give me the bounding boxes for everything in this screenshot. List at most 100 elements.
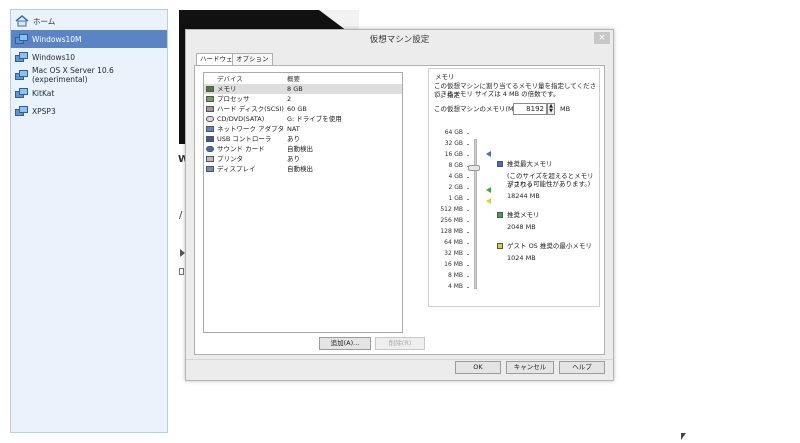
edit-settings-icon[interactable] [179, 268, 184, 275]
device-row-memory[interactable]: メモリ 8 GB [204, 84, 402, 94]
memory-description-line2: できるメモリ サイズは 4 MB の倍数です。 [434, 90, 560, 98]
scale-tick-mark [467, 254, 469, 255]
processor-icon [206, 96, 214, 102]
scale-tick-mark [467, 221, 469, 222]
library-item-label: XPSP3 [32, 106, 56, 116]
column-header-device[interactable]: デバイス [217, 73, 243, 84]
remove-device-button[interactable]: 削除(R) [375, 337, 425, 350]
memory-icon [206, 86, 214, 92]
library-home-label: ホーム [33, 16, 56, 26]
scale-tick-label: 128 MB [440, 228, 463, 235]
max-memory-legend-icon [497, 161, 503, 167]
usb-icon [206, 136, 214, 142]
library-home-item[interactable]: ホーム [11, 12, 167, 30]
device-row-display[interactable]: ディスプレイ 自動検出 [204, 164, 402, 174]
scale-tick-label: 8 GB [448, 162, 464, 169]
library-item-label: Mac OS X Server 10.6 (experimental) [32, 66, 114, 84]
scale-tick-label: 256 MB [440, 217, 463, 224]
memory-scale: 64 GB 32 GB 16 GB 8 GB 4 GB 2 GB 1 GB 512 MB 256… [429, 129, 489, 299]
device-summary: NAT [287, 125, 300, 133]
scale-tick-label: 2 GB [448, 184, 464, 191]
min-memory-legend-icon [497, 243, 503, 249]
device-row-cd-dvd[interactable]: CD/DVD(SATA) G: ドライブを使用 [204, 114, 402, 124]
device-summary: あり [287, 135, 300, 143]
scale-tick-mark [467, 232, 469, 233]
memory-slider-track[interactable] [474, 139, 477, 289]
recommended-memory-marker [486, 187, 491, 193]
device-row-sound-card[interactable]: サウンド カード 自動検出 [204, 144, 402, 154]
scale-tick-label: 512 MB [440, 206, 463, 213]
vm-icon [15, 69, 28, 81]
device-row-usb-controller[interactable]: USB コントローラ あり [204, 134, 402, 144]
dialog-title: 仮想マシン設定 [369, 35, 430, 45]
scale-tick-label: 4 MB [447, 283, 463, 290]
ok-button[interactable]: OK [455, 361, 501, 374]
memory-spin-button[interactable]: ▲ ▼ [547, 103, 555, 115]
library-item-windows10[interactable]: Windows10 [11, 48, 167, 66]
scale-tick-mark [467, 177, 469, 178]
tab-options[interactable]: オプション [232, 53, 273, 65]
min-memory-label: ゲスト OS 推奨の最小メモリ [507, 242, 592, 250]
scale-tick-label: 8 MB [447, 272, 463, 279]
help-button[interactable]: ヘルプ [559, 361, 605, 374]
scale-tick-mark [467, 287, 469, 288]
vm-link-partial: / [179, 210, 183, 221]
device-name: ネットワーク アダプタ [217, 125, 285, 133]
device-name: メモリ [217, 85, 237, 93]
cd-dvd-icon [206, 116, 214, 122]
min-memory-value: 1024 MB [507, 254, 536, 262]
vm-icon [15, 105, 28, 117]
device-row-network-adapter[interactable]: ネットワーク アダプタ NAT [204, 124, 402, 134]
device-row-processor[interactable]: プロセッサ 2 [204, 94, 402, 104]
device-summary: 8 GB [287, 85, 303, 93]
library-item-label: Windows10M [32, 34, 82, 44]
add-device-button[interactable]: 追加(A)... [319, 337, 371, 350]
home-icon [15, 15, 29, 27]
device-name: サウンド カード [217, 145, 265, 153]
device-row-printer[interactable]: プリンタ あり [204, 154, 402, 164]
network-adapter-icon [206, 126, 214, 132]
min-memory-marker [486, 198, 491, 204]
cancel-button[interactable]: キャンセル [506, 361, 554, 374]
memory-slider-thumb[interactable] [468, 165, 480, 171]
library-panel: ホーム Windows10M Windows10 Mac OS X Server… [10, 9, 168, 433]
memory-group-label: メモリ [433, 71, 457, 81]
scale-tick-label: 4 GB [448, 173, 464, 180]
scale-tick-mark [467, 155, 469, 156]
vm-icon [15, 51, 28, 63]
vm-icon [15, 87, 28, 99]
vm-settings-dialog: 仮想マシン設定 × ハードウェア オプション デバイス 概要 メモリ 8 GB … [185, 29, 614, 381]
scale-tick-mark [467, 265, 469, 266]
scale-tick-label: 64 MB [444, 239, 463, 246]
mouse-cursor-icon [681, 433, 686, 440]
scale-tick-mark [467, 133, 469, 134]
library-item-xpsp3[interactable]: XPSP3 [11, 102, 167, 120]
max-memory-note-line2: プされる可能性があります。) [507, 180, 591, 188]
printer-icon [206, 156, 214, 162]
library-item-mac-os-x-server[interactable]: Mac OS X Server 10.6 (experimental) [11, 66, 167, 84]
tab-panel: デバイス 概要 メモリ 8 GB プロセッサ 2 ハード ディスク(SCSI) … [194, 65, 605, 355]
hard-disk-icon [206, 106, 214, 112]
sound-card-icon [206, 146, 214, 152]
close-icon[interactable]: × [594, 32, 610, 44]
memory-size-input[interactable]: 8192 [513, 103, 547, 115]
device-row-hard-disk[interactable]: ハード ディスク(SCSI) 60 GB [204, 104, 402, 114]
scale-tick-mark [467, 144, 469, 145]
device-list: デバイス 概要 メモリ 8 GB プロセッサ 2 ハード ディスク(SCSI) … [203, 72, 403, 333]
max-memory-label: 推奨最大メモリ [507, 160, 553, 168]
recommended-memory-label: 推奨メモリ [507, 211, 540, 219]
device-summary: 自動検出 [287, 165, 313, 173]
max-memory-value: 18244 MB [507, 192, 540, 200]
device-name: ディスプレイ [217, 165, 256, 173]
library-item-kitkat[interactable]: KitKat [11, 84, 167, 102]
device-name: プロセッサ [217, 95, 250, 103]
column-header-summary[interactable]: 概要 [287, 73, 300, 84]
memory-group: メモリ この仮想マシンに割り当てるメモリ量を指定してください。指定 できるメモリ… [428, 68, 600, 307]
scale-tick-mark [467, 188, 469, 189]
footer-divider [186, 359, 613, 360]
library-item-windows10m[interactable]: Windows10M [11, 30, 167, 48]
memory-field-label: この仮想マシンのメモリ(M): [434, 105, 519, 113]
display-icon [206, 166, 214, 172]
device-name: プリンタ [217, 155, 243, 163]
scale-tick-mark [467, 243, 469, 244]
